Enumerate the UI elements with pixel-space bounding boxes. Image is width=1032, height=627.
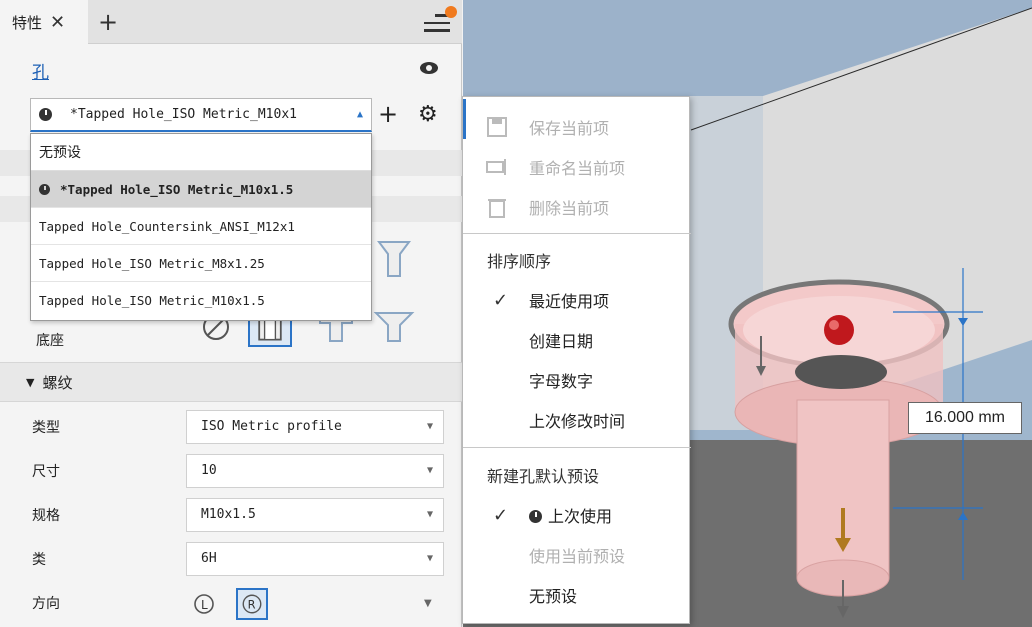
menu-save-current[interactable]: 保存当前项	[463, 107, 691, 147]
preset-option-label: *Tapped Hole_ISO Metric_M10x1.5	[60, 181, 294, 197]
check-icon: ✓	[493, 289, 509, 311]
svg-text:R: R	[248, 597, 256, 611]
eye-icon[interactable]	[420, 62, 438, 74]
gear-icon[interactable]: ⚙	[418, 98, 438, 132]
preset-option-label: 无预设	[39, 145, 81, 161]
menu-delete-current[interactable]: 删除当前项	[463, 187, 691, 227]
dimension-value: 16.000 mm	[924, 409, 1006, 426]
preset-option-label: Tapped Hole_ISO Metric_M10x1.5	[39, 293, 265, 308]
chevron-down-icon: ▼	[426, 509, 433, 520]
thread-designation-label: 规格	[32, 508, 60, 524]
preset-current-value: *Tapped Hole_ISO Metric_M10x1	[70, 107, 297, 122]
thread-size-row: 尺寸 10 ▼	[0, 448, 462, 494]
menu-default-current[interactable]: 使用当前预设	[463, 535, 691, 575]
preset-option-label: Tapped Hole_Countersink_ANSI_M12x1	[39, 218, 295, 234]
save-icon	[487, 117, 507, 137]
countersink-icon[interactable]	[376, 238, 412, 278]
menu-sort-date-label: 创建日期	[529, 332, 594, 351]
thread-type-value: ISO Metric profile	[201, 419, 342, 434]
rename-icon	[486, 159, 506, 175]
thread-size-label: 尺寸	[32, 464, 60, 480]
menu-default-last-label: 上次使用	[548, 507, 613, 526]
menu-sort-recent-label: 最近使用项	[529, 292, 610, 311]
preset-option[interactable]: 无预设	[31, 134, 371, 171]
menu-default-last-text: 上次使用	[529, 503, 612, 527]
thread-type-label: 类型	[32, 420, 60, 436]
thread-size-value: 10	[201, 463, 217, 478]
thread-designation-select[interactable]: M10x1.5 ▼	[186, 498, 444, 532]
panel-tab-bar: 特性 ✕ +	[0, 0, 462, 44]
trash-icon	[488, 199, 506, 218]
thread-class-label: 类	[32, 552, 46, 568]
chevron-down-icon: ▼	[424, 598, 432, 609]
menu-divider	[463, 447, 691, 448]
menu-sort-header-label: 排序顺序	[487, 252, 552, 271]
menu-sort-recent[interactable]: ✓ 最近使用项	[463, 280, 691, 320]
properties-panel: 特性 ✕ + 孔 *Tapped Hole_ISO Metric_M10x1 ▲…	[0, 0, 462, 627]
dimension-input[interactable]: 16.000 mm	[908, 402, 1022, 434]
preset-option[interactable]: Tapped Hole_ISO Metric_M10x1.5	[31, 282, 371, 319]
menu-sort-alpha-label: 字母数字	[529, 372, 594, 391]
svg-text:L: L	[201, 598, 208, 612]
thread-direction-row: 方向	[0, 580, 462, 626]
menu-rename-current[interactable]: 重命名当前项	[463, 147, 691, 187]
menu-default-current-label: 使用当前预设	[529, 547, 626, 566]
seat-label: 底座	[36, 333, 64, 349]
chevron-down-icon: ▼	[426, 421, 433, 432]
thread-type-select[interactable]: ISO Metric profile ▼	[186, 410, 444, 444]
preset-dropdown-list: 无预设 *Tapped Hole_ISO Metric_M10x1.5 Tapp…	[30, 133, 372, 321]
clock-icon	[39, 108, 52, 121]
clock-icon	[39, 183, 50, 195]
thread-class-row: 类 6H ▼	[0, 536, 462, 582]
thread-type-row: 类型 ISO Metric profile ▼	[0, 404, 462, 450]
menu-default-header-label: 新建孔默认预设	[487, 467, 600, 486]
menu-sort-alpha[interactable]: 字母数字	[463, 360, 691, 400]
thread-section-title: 螺纹	[42, 373, 73, 392]
check-icon: ✓	[493, 504, 509, 526]
menu-rename-label: 重命名当前项	[529, 159, 626, 178]
close-icon[interactable]: ✕	[50, 12, 65, 33]
thread-direction-label: 方向	[32, 596, 60, 612]
menu-sort-header: 排序顺序	[463, 240, 691, 280]
menu-divider	[463, 233, 691, 234]
clock-icon	[529, 510, 542, 523]
caret-up-icon: ▲	[356, 109, 363, 120]
menu-default-header: 新建孔默认预设	[463, 455, 691, 495]
chevron-down-icon: ▼	[426, 553, 433, 564]
thread-designation-value: M10x1.5	[201, 507, 256, 522]
feature-title[interactable]: 孔	[32, 58, 49, 83]
menu-delete-label: 删除当前项	[529, 199, 610, 218]
thread-designation-row: 规格 M10x1.5 ▼	[0, 492, 462, 538]
preset-option[interactable]: Tapped Hole_ISO Metric_M8x1.25	[31, 245, 371, 282]
preset-option-label: Tapped Hole_ISO Metric_M8x1.25	[39, 255, 265, 271]
thread-section-header[interactable]: ▼ 螺纹	[0, 362, 462, 402]
thread-size-select[interactable]: 10 ▼	[186, 454, 444, 488]
menu-sort-date[interactable]: 创建日期	[463, 320, 691, 360]
menu-default-none[interactable]: 无预设	[463, 575, 691, 615]
seat-countersink-icon[interactable]	[372, 307, 416, 347]
menu-sort-modified[interactable]: 上次修改时间	[463, 400, 691, 440]
notification-dot	[445, 6, 457, 18]
chevron-down-icon: ▼	[426, 465, 433, 476]
collapse-triangle-icon: ▼	[26, 375, 35, 389]
preset-option-selected[interactable]: *Tapped Hole_ISO Metric_M10x1.5	[31, 171, 371, 208]
menu-default-none-label: 无预设	[529, 587, 578, 606]
thread-class-value: 6H	[201, 551, 217, 566]
panel-menu-icon[interactable]	[424, 14, 450, 34]
preset-option[interactable]: Tapped Hole_Countersink_ANSI_M12x1	[31, 208, 371, 245]
add-tab-icon[interactable]: +	[98, 8, 118, 36]
preset-select[interactable]: *Tapped Hole_ISO Metric_M10x1 ▲	[30, 98, 372, 132]
tab-properties-label: 特性	[12, 13, 43, 32]
left-hand-thread-icon[interactable]: L	[192, 592, 216, 616]
right-hand-thread-icon[interactable]: R	[236, 588, 268, 620]
menu-sort-modified-label: 上次修改时间	[529, 412, 626, 431]
menu-save-label: 保存当前项	[529, 119, 610, 138]
add-preset-button[interactable]: +	[378, 98, 398, 130]
thread-class-select[interactable]: 6H ▼	[186, 542, 444, 576]
menu-default-last[interactable]: ✓ 上次使用	[463, 495, 691, 535]
preset-context-menu: 保存当前项 重命名当前项 删除当前项 排序顺序 ✓ 最近使用项 创建日期 字母数…	[462, 96, 691, 624]
tab-properties[interactable]: 特性 ✕	[0, 0, 88, 44]
